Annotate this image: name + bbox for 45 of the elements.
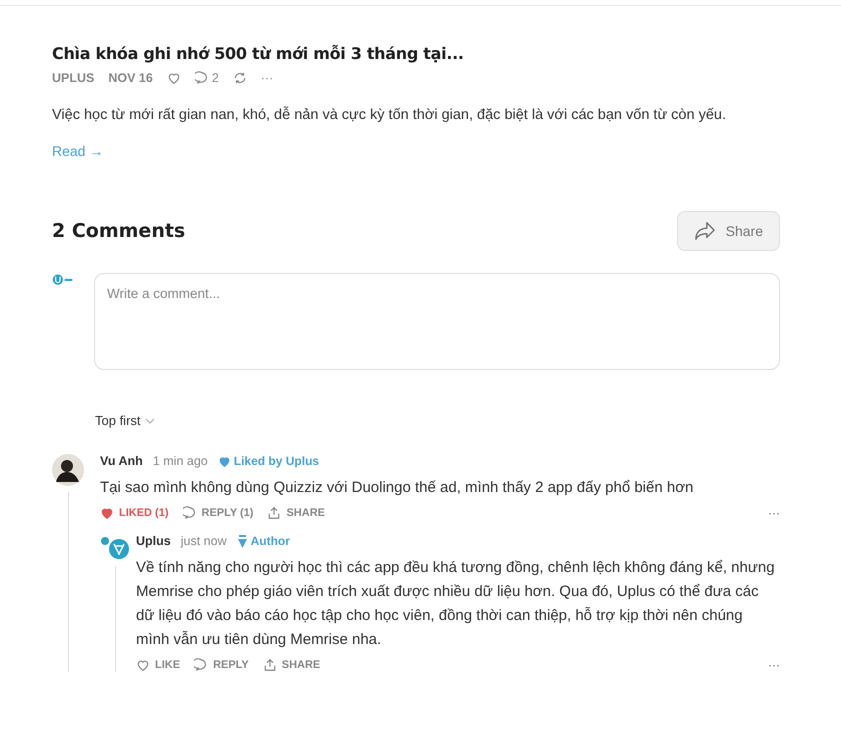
comments-button[interactable]: 2 [194, 71, 219, 85]
comment-text: Tại sao mình không dùng Quizziz với Duolingo thế ad, mình thấy 2 app đấy phổ biến hơn [100, 478, 694, 498]
comments-heading: 2 Comments [52, 220, 186, 242]
heart-icon [100, 506, 114, 520]
pen-nib-icon [236, 534, 248, 548]
share-button[interactable]: SHARE [262, 658, 320, 672]
reply-button[interactable]: REPLY (1) [182, 506, 254, 520]
liked-by-label: Liked by Uplus [234, 454, 320, 468]
read-link[interactable]: Read → [52, 143, 104, 159]
more-button[interactable]: ··· [260, 71, 274, 85]
heart-icon [136, 658, 150, 672]
like-button[interactable]: LIKED (1) [100, 506, 168, 520]
refresh-icon [232, 71, 247, 85]
avatar [52, 454, 84, 486]
heart-icon [218, 454, 231, 468]
comment-input[interactable]: Write a comment... [94, 273, 780, 370]
share-icon [267, 506, 282, 520]
share-button[interactable]: Share [676, 211, 780, 251]
comment-author[interactable]: Uplus [136, 534, 171, 548]
share-icon [262, 658, 277, 672]
comment-text: Về tính năng cho người học thì các app đều khá tương đồng, chênh lệch không đáng kể, nhưng Memrise cho phép giáo viên trích xuất được nhiều dữ liệu hơn. Qua đó, Uplus có thể đưa các dữ liệu đó vào báo cáo học tập cho học viên, đồng thời can thiệp, hỗ trợ kịp thời nên chúng mình vẫn ưu tiên dùng Memrise nha. [136, 558, 776, 650]
comment-icon [194, 658, 208, 672]
sort-dropdown[interactable]: Top first [95, 413, 155, 428]
heart-icon [166, 71, 181, 85]
chevron-down-icon [144, 418, 155, 424]
more-button[interactable]: ··· [768, 506, 780, 520]
article-title[interactable]: Chìa khóa ghi nhớ 500 từ mới mỗi 3 tháng tại... [52, 44, 780, 63]
share-arrow-icon [694, 221, 716, 241]
avatar [100, 534, 130, 560]
like-button[interactable]: LIKE [136, 658, 180, 672]
comment-time: just now [180, 534, 227, 548]
reply-button[interactable]: REPLY [194, 658, 249, 672]
comment-time: 1 min ago [152, 454, 208, 468]
comment-author[interactable]: Vu Anh [100, 454, 143, 468]
share-button[interactable]: SHARE [267, 506, 325, 520]
author-label: UPLUS [52, 71, 94, 85]
comment-icon [194, 71, 209, 85]
like-button[interactable] [166, 71, 181, 85]
comment-icon [182, 506, 196, 520]
logo-icon [52, 273, 74, 286]
more-button[interactable]: ··· [768, 658, 780, 672]
author-label: Author [250, 534, 290, 548]
date-label: NOV 16 [108, 71, 153, 85]
article-excerpt: Việc học từ mới rất gian nan, khó, dễ nản và cực kỳ tốn thời gian, đặc biệt là với các bạn vốn từ còn yếu. [52, 107, 727, 123]
restack-button[interactable] [232, 71, 247, 85]
